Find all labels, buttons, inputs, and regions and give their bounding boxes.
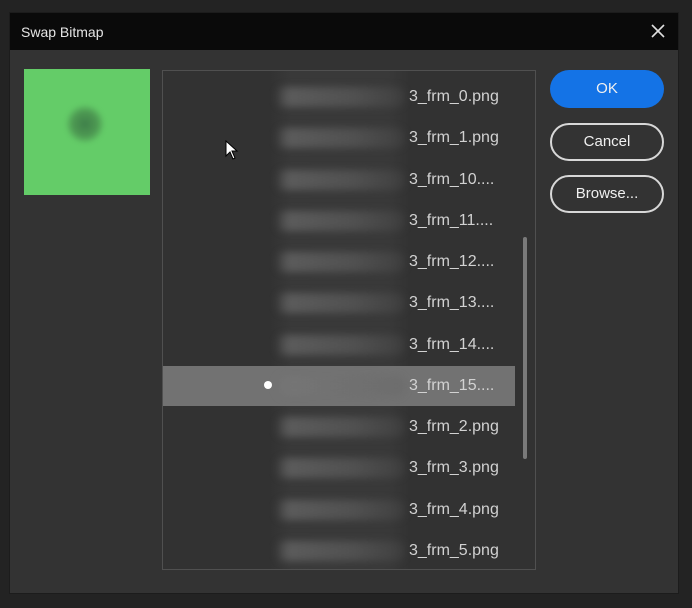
list-item[interactable]: 3_frm_0.png	[163, 77, 515, 117]
bitmap-preview	[24, 69, 150, 195]
list-item-label: 3_frm_14....	[409, 336, 495, 353]
redacted-prefix	[275, 170, 405, 190]
list-scrollbar[interactable]	[520, 71, 530, 569]
list-item[interactable]: 3_frm_12....	[163, 242, 515, 282]
bitmap-file-list[interactable]: 3_frm_0.png 3_frm_1.png 3_frm_10.... 3_f…	[162, 70, 536, 570]
redacted-prefix	[275, 376, 405, 396]
preview-blob	[66, 105, 104, 143]
list-item-label: 3_frm_3.png	[409, 459, 499, 476]
list-item-label: 3_frm_2.png	[409, 418, 499, 435]
close-icon[interactable]	[648, 21, 668, 41]
selected-indicator-icon	[264, 381, 272, 389]
redacted-prefix	[275, 211, 405, 231]
list-item-label: 3_frm_10....	[409, 171, 495, 188]
list-item-label: 3_frm_12....	[409, 253, 495, 270]
list-item[interactable]: 3_frm_14....	[163, 325, 515, 365]
list-item-label: 3_frm_1.png	[409, 129, 499, 146]
list-item[interactable]: 3_frm_1.png	[163, 118, 515, 158]
list-item-label: 3_frm_11....	[409, 212, 494, 229]
list-item[interactable]: 3_frm_4.png	[163, 490, 515, 530]
dialog-title: Swap Bitmap	[21, 24, 104, 40]
browse-button[interactable]: Browse...	[550, 175, 664, 213]
ok-button[interactable]: OK	[550, 70, 664, 108]
redacted-prefix	[275, 417, 405, 437]
list-item-label: 3_frm_15....	[409, 377, 495, 394]
list-item-label: 3_frm_4.png	[409, 501, 499, 518]
redacted-prefix	[275, 128, 405, 148]
redacted-prefix	[275, 293, 405, 313]
list-item[interactable]: 3_frm_2.png	[163, 407, 515, 447]
list-item[interactable]: 3_frm_3.png	[163, 448, 515, 488]
dialog-titlebar: Swap Bitmap	[10, 13, 678, 50]
redacted-prefix	[275, 541, 405, 561]
cancel-button[interactable]: Cancel	[550, 123, 664, 161]
list-item-label: 3_frm_13....	[409, 294, 495, 311]
redacted-prefix	[275, 500, 405, 520]
list-item[interactable]: 3_frm_5.png	[163, 531, 515, 569]
list-item-label: 3_frm_0.png	[409, 88, 499, 105]
list-item-label: 3_frm_5.png	[409, 542, 499, 559]
mouse-pointer-icon	[225, 139, 239, 160]
list-item-selected[interactable]: 3_frm_15....	[163, 366, 515, 406]
redacted-prefix	[275, 458, 405, 478]
scrollbar-thumb[interactable]	[523, 237, 527, 459]
list-item[interactable]: 3_frm_13....	[163, 283, 515, 323]
redacted-prefix	[275, 87, 405, 107]
redacted-prefix	[275, 252, 405, 272]
redacted-prefix	[275, 335, 405, 355]
list-item[interactable]: 3_frm_10....	[163, 160, 515, 200]
swap-bitmap-dialog: Swap Bitmap 3_frm_0.png 3_frm_1.png 3_fr…	[10, 13, 678, 593]
list-item[interactable]: 3_frm_11....	[163, 201, 515, 241]
